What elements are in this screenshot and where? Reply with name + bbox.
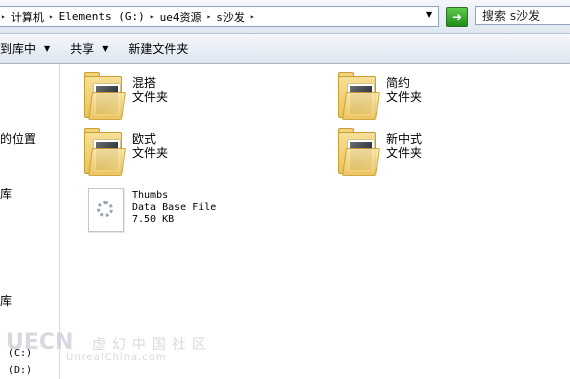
breadcrumb-current[interactable]: s沙发 (214, 9, 247, 25)
address-bar: ▸ 计算机 ▸ Elements (G:) ▸ ue4资源 ▸ s沙发 ▸ ▼ … (0, 0, 570, 34)
chevron-right-icon[interactable]: ▸ (247, 12, 258, 21)
nav-item-library-2[interactable]: 库 (0, 292, 12, 309)
folder-icon (82, 72, 126, 120)
breadcrumb-computer[interactable]: 计算机 (9, 9, 46, 25)
command-bar: 到库中 ▼ 共享 ▼ 新建文件夹 (0, 34, 570, 64)
item-type: Data Base File (132, 202, 217, 213)
new-folder-button[interactable]: 新建文件夹 (128, 40, 188, 57)
breadcrumb[interactable]: ▸ 计算机 ▸ Elements (G:) ▸ ue4资源 ▸ s沙发 ▸ (0, 6, 439, 27)
watermark-logo: UECN (6, 330, 74, 355)
watermark-url: UnrealChina.com (66, 352, 167, 363)
item-type: 文件夹 (386, 146, 423, 160)
breadcrumb-drive[interactable]: Elements (G:) (57, 10, 147, 23)
chevron-down-icon: ▼ (44, 44, 51, 53)
item-name: 简约 (386, 76, 411, 90)
chevron-right-icon[interactable]: ▸ (203, 12, 214, 21)
nav-drive-d[interactable]: (D:) (8, 365, 32, 376)
nav-item-locations[interactable]: 的位置 (0, 130, 36, 147)
include-in-library-button[interactable]: 到库中 ▼ (0, 40, 50, 57)
share-button[interactable]: 共享 ▼ (70, 40, 108, 57)
folder-icon (336, 72, 380, 120)
item-size: 7.50 KB (132, 214, 175, 225)
chevron-right-icon[interactable]: ▸ (147, 12, 158, 21)
folder-item-xinzhongshi[interactable]: 新中式 文件夹 (336, 128, 423, 176)
folder-icon (336, 128, 380, 176)
go-arrow-icon[interactable]: ➜ (446, 7, 468, 27)
chevron-right-icon[interactable]: ▸ (0, 12, 9, 21)
new-folder-label: 新建文件夹 (128, 42, 189, 56)
item-type: 文件夹 (132, 146, 169, 160)
breadcrumb-ue4[interactable]: ue4资源 (158, 9, 204, 25)
folder-icon (82, 128, 126, 176)
folder-item-hunda[interactable]: 混搭 文件夹 (82, 72, 169, 120)
item-type: 文件夹 (132, 90, 169, 104)
item-name: Thumbs (132, 190, 169, 201)
item-name: 欧式 (132, 132, 157, 146)
watermark-title: 虚幻中国社区 (91, 337, 212, 353)
search-input[interactable]: 搜索 s沙发 (475, 6, 570, 25)
include-in-library-label: 到库中 (0, 42, 37, 56)
chevron-down-icon: ▼ (102, 44, 109, 53)
address-dropdown-icon[interactable]: ▼ (426, 10, 432, 19)
item-name: 新中式 (386, 132, 423, 146)
folder-item-oushi[interactable]: 欧式 文件夹 (82, 128, 169, 176)
folder-item-jianyue[interactable]: 简约 文件夹 (336, 72, 423, 120)
share-label: 共享 (70, 42, 95, 56)
item-type: 文件夹 (386, 90, 423, 104)
file-item-thumbs[interactable]: Thumbs Data Base File 7.50 KB (88, 188, 216, 232)
nav-item-library[interactable]: 库 (0, 185, 12, 202)
chevron-right-icon[interactable]: ▸ (46, 12, 57, 21)
database-file-icon (88, 188, 124, 232)
item-name: 混搭 (132, 76, 157, 90)
watermark: UECN 虚幻中国社区 UnrealChina.com (6, 330, 206, 363)
